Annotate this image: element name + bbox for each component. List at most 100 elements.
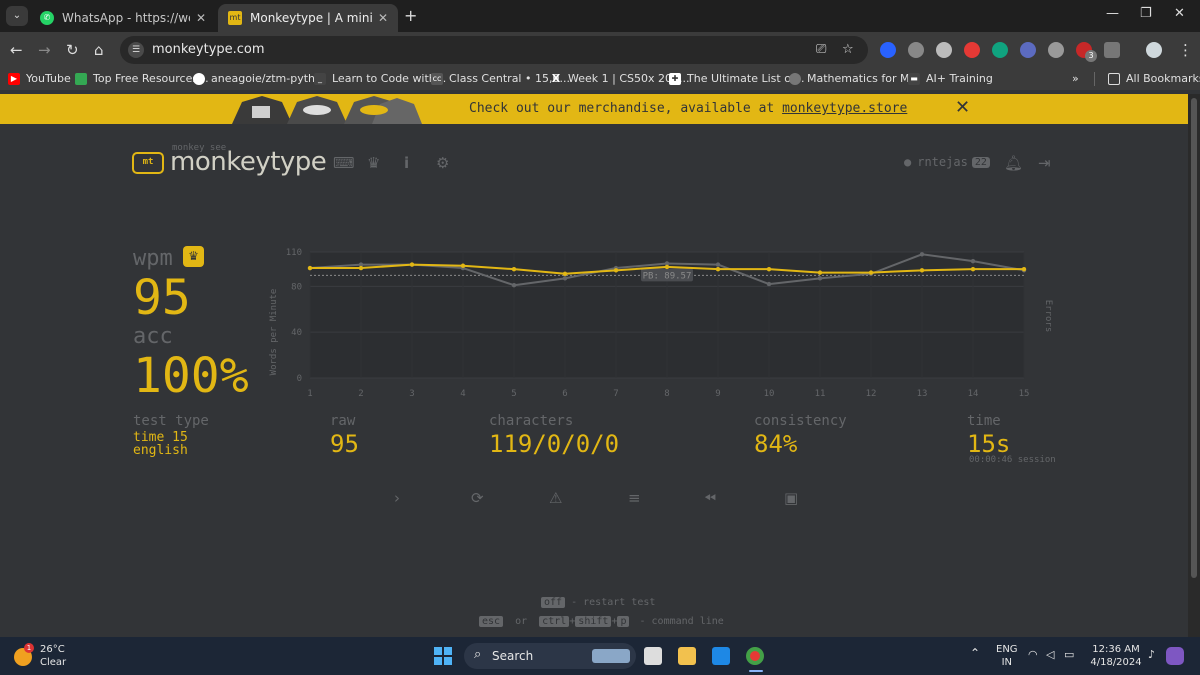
x-tick-label: 2 xyxy=(358,389,363,399)
extension-badge: 3 xyxy=(1085,50,1097,62)
install-app-icon[interactable]: ⎚ xyxy=(816,42,826,57)
x-icon: X xyxy=(551,71,561,85)
file-explorer-icon[interactable] xyxy=(678,647,696,665)
battery-icon[interactable]: ▭ xyxy=(1064,648,1074,661)
notifications-bell-icon[interactable]: 🔔︎ xyxy=(1004,154,1023,172)
active-app-indicator xyxy=(749,670,763,672)
new-tab-button[interactable]: + xyxy=(404,6,417,25)
forward-icon[interactable]: → xyxy=(38,41,51,59)
sign-out-icon[interactable]: ⇥ xyxy=(1038,154,1051,172)
wpm-point xyxy=(817,270,823,275)
home-icon[interactable]: ⌂ xyxy=(94,41,104,59)
wpm-point xyxy=(919,268,925,273)
extension-camera-icon[interactable] xyxy=(1048,42,1064,58)
bookmark-star-icon[interactable]: ☆ xyxy=(842,42,854,57)
replay-icon[interactable]: ⏪︎ xyxy=(704,489,716,507)
consistency-value[interactable]: 84% xyxy=(754,430,797,458)
restore-icon[interactable]: ❐ xyxy=(1140,6,1152,21)
shift-key: shift xyxy=(575,616,612,627)
browser-menu-icon[interactable]: ⋮ xyxy=(1178,41,1193,59)
close-window-icon[interactable]: ✕ xyxy=(1174,6,1185,21)
close-banner-icon[interactable]: ✕ xyxy=(955,97,970,118)
back-icon[interactable]: ← xyxy=(10,41,23,59)
consistency-label: consistency xyxy=(754,413,847,429)
wpm-point xyxy=(715,266,721,272)
word-history-icon[interactable]: ≡ xyxy=(628,489,641,507)
tab-whatsapp[interactable]: ✆ WhatsApp - https://web.whats ✕ xyxy=(30,4,216,32)
close-tab-icon[interactable]: ✕ xyxy=(196,11,206,25)
extension-glasses-icon[interactable] xyxy=(908,42,924,58)
copilot-icon[interactable] xyxy=(1166,647,1184,665)
y-tick-label: 80 xyxy=(291,282,302,292)
x-tick-label: 6 xyxy=(562,389,567,399)
extension-target-icon[interactable] xyxy=(936,42,952,58)
bookmark-ultimate-list[interactable]: ✚ The Ultimate List of... xyxy=(669,72,804,85)
extensions-puzzle-icon[interactable] xyxy=(1104,42,1120,58)
extension-star-icon[interactable] xyxy=(1020,42,1036,58)
profile-avatar[interactable] xyxy=(1146,42,1162,58)
bookmark-github[interactable]: aneagoie/ztm-pyth... xyxy=(193,72,326,85)
bookmark-ai-training[interactable]: ▬ AI+ Training xyxy=(908,72,993,85)
taskbar-search[interactable]: ⌕ Search xyxy=(464,643,636,669)
notification-bell-icon[interactable]: ♪ xyxy=(1148,648,1155,661)
restart-test-icon[interactable]: ⟳ xyxy=(471,489,484,507)
reload-icon[interactable]: ↻ xyxy=(66,41,79,59)
y-tick-label: 0 xyxy=(297,374,302,384)
tab-search-button[interactable]: ⌄ xyxy=(6,6,28,26)
merch-banner: Check out our merchandise, available at … xyxy=(0,94,1188,124)
close-tab-icon[interactable]: ✕ xyxy=(378,11,388,25)
bookmark-label: aneagoie/ztm-pyth... xyxy=(211,72,326,85)
wpm-point xyxy=(970,266,976,272)
globe-icon xyxy=(789,72,801,85)
wpm-chart[interactable]: 04080110 1 2 3 4 5 6 7 8 9 10 11 12 13 14 15 PB: 89.57… xyxy=(262,240,1062,405)
tab-monkeytype[interactable]: mt Monkeytype | A minimalistic, c ✕ xyxy=(218,4,398,32)
language-indicator[interactable]: ENG IN xyxy=(996,643,1018,669)
settings-gear-icon[interactable]: ⚙ xyxy=(436,154,449,172)
more-bookmarks-icon[interactable]: » xyxy=(1072,72,1079,85)
x-tick-label: 4 xyxy=(460,389,465,399)
acc-value: 100% xyxy=(133,348,249,404)
address-bar[interactable]: ☰ monkeytype.com ⎚ ☆ xyxy=(120,36,868,64)
all-bookmarks-button[interactable]: All Bookmarks xyxy=(1108,72,1200,85)
youtube-icon: ▶ xyxy=(8,72,20,85)
extension-chatgpt-icon[interactable] xyxy=(992,42,1008,58)
wifi-icon[interactable]: ◠ xyxy=(1028,648,1038,661)
clock-date: 4/18/2024 xyxy=(1090,657,1142,668)
taskbar-clock[interactable]: 12:36 AM 4/18/2024 xyxy=(1086,643,1146,669)
minimize-icon[interactable]: — xyxy=(1106,6,1119,21)
x-tick-label: 11 xyxy=(815,389,826,399)
bookmark-learn-code[interactable]: _ Learn to Code with... xyxy=(314,72,446,85)
volume-icon[interactable]: ◁ xyxy=(1046,648,1054,661)
chrome-icon[interactable] xyxy=(746,647,764,665)
raw-label: raw xyxy=(330,413,356,429)
bookmark-label: YouTube xyxy=(26,72,71,85)
bookmark-resources[interactable]: Top Free Resources... xyxy=(75,72,209,85)
raw-point xyxy=(766,281,772,287)
merch-store-link[interactable]: monkeytype.store xyxy=(782,101,907,116)
resources-icon xyxy=(75,72,87,85)
characters-value[interactable]: 119/0/0/0 xyxy=(489,430,619,458)
extension-wave-icon[interactable] xyxy=(880,42,896,58)
about-info-icon[interactable]: i xyxy=(404,154,409,172)
microsoft-store-icon[interactable] xyxy=(712,647,730,665)
report-warning-icon[interactable]: ⚠ xyxy=(549,489,562,507)
keyboard-icon[interactable]: ⌨ xyxy=(333,154,355,172)
site-info-icon[interactable]: ☰ xyxy=(128,42,144,58)
show-hidden-icons[interactable]: ⌃ xyxy=(970,647,980,660)
next-test-icon[interactable]: › xyxy=(394,489,400,507)
raw-value: 95 xyxy=(330,430,359,458)
screenshot-image-icon[interactable]: ▣ xyxy=(784,489,798,507)
extension-forward-icon[interactable] xyxy=(964,42,980,58)
bookmarks-bar: ▶ YouTube Top Free Resources... aneagoie… xyxy=(0,68,1200,90)
bookmark-mathematics[interactable]: Mathematics for M... xyxy=(789,72,920,85)
leaderboard-crown-icon[interactable]: ♛ xyxy=(367,154,380,172)
page-scrollbar[interactable] xyxy=(1188,94,1200,637)
time-value[interactable]: 15s xyxy=(967,430,1010,458)
wpm-point xyxy=(664,264,670,270)
task-view-icon[interactable] xyxy=(644,647,662,665)
monkeytype-logo-icon[interactable]: mt xyxy=(132,152,164,174)
start-button[interactable] xyxy=(434,647,452,665)
logo-text[interactable]: monkeytype xyxy=(170,147,327,177)
user-account[interactable]: ● rntejas 22 xyxy=(904,155,990,169)
bookmark-youtube[interactable]: ▶ YouTube xyxy=(8,72,71,85)
